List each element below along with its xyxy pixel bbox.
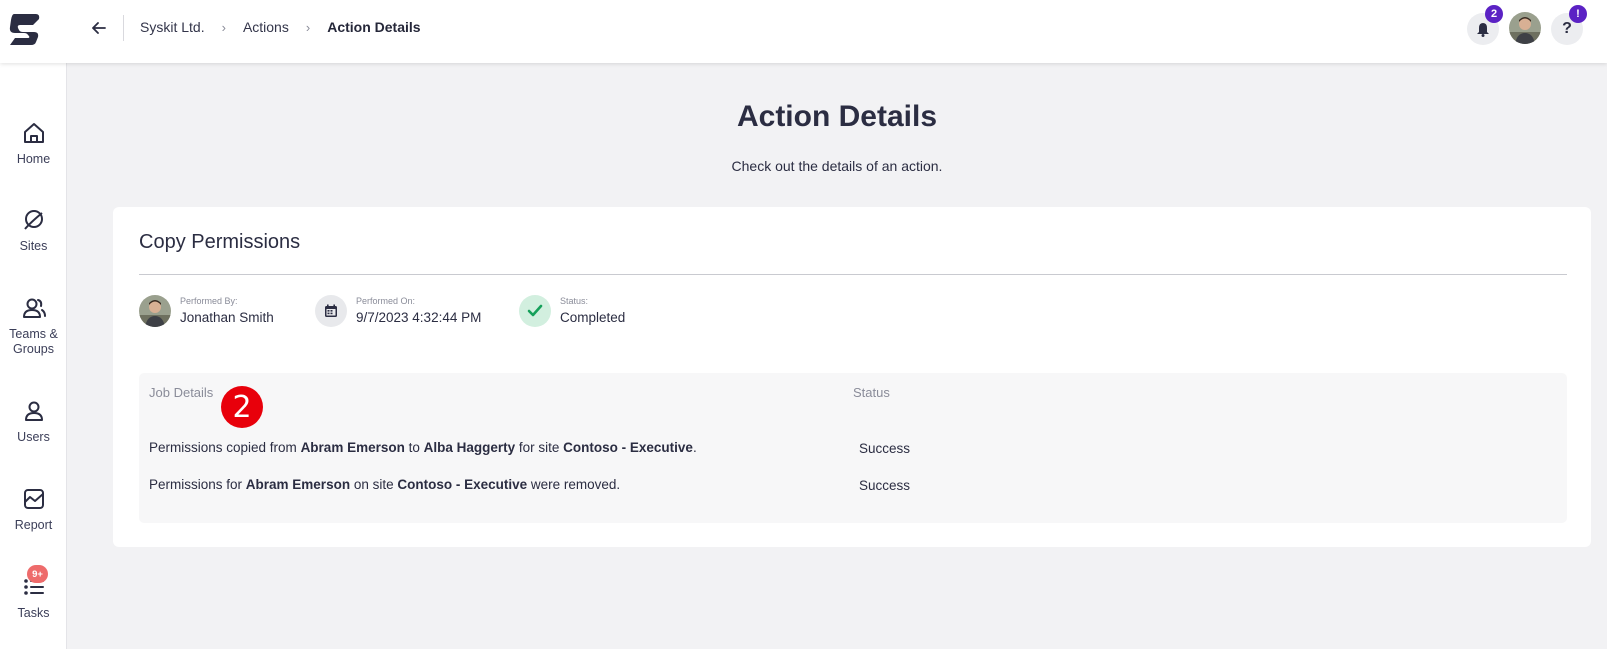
column-header-job-details: Job Details	[149, 385, 214, 400]
breadcrumb-chevron-icon: ›	[221, 19, 226, 35]
step-number-marker: 2	[221, 386, 263, 428]
breadcrumb: Syskit Ltd. › Actions › Action Details	[140, 19, 421, 35]
breadcrumb-actions[interactable]: Actions	[243, 19, 289, 35]
status-value: Completed	[560, 310, 626, 325]
report-icon	[23, 489, 44, 509]
breadcrumb-current: Action Details	[327, 19, 421, 35]
sidebar: Home Sites Teams & Groups Users Report 9…	[0, 63, 67, 649]
teams-icon	[22, 298, 46, 318]
notifications-button[interactable]: 2	[1467, 5, 1503, 45]
divider	[123, 15, 124, 41]
job-row-description: Permissions for Abram Emerson on site Co…	[149, 477, 621, 492]
sidebar-item-teams-groups[interactable]: Teams & Groups	[0, 295, 67, 357]
action-card: Copy Permissions Performed By: Jonathan …	[113, 207, 1591, 547]
sites-icon	[23, 210, 43, 230]
page-title: Action Details	[736, 100, 938, 133]
sidebar-item-users[interactable]: Users	[0, 398, 67, 445]
sidebar-item-label: Home	[16, 152, 51, 166]
bell-icon	[1477, 22, 1489, 37]
job-row-status: Success	[859, 478, 911, 493]
calendar-icon	[315, 295, 347, 327]
performed-by-value: Jonathan Smith	[180, 310, 274, 325]
question-icon: ?	[1562, 20, 1572, 37]
home-icon	[23, 123, 44, 143]
sidebar-item-tasks[interactable]: 9+ Tasks	[0, 565, 67, 621]
status-label: Status:	[560, 296, 589, 306]
back-arrow-icon[interactable]	[88, 17, 110, 39]
job-details-table: Job Details Status Permissions copied fr…	[139, 373, 1567, 523]
help-alert-badge: !	[1569, 5, 1587, 23]
sidebar-item-label: Tasks	[17, 606, 50, 620]
performer-avatar	[139, 295, 171, 327]
sidebar-item-sites[interactable]: Sites	[0, 207, 67, 254]
performed-by: Performed By: Jonathan Smith	[139, 295, 274, 327]
sidebar-item-report[interactable]: Report	[0, 486, 67, 533]
action-status: Status: Completed	[519, 295, 625, 327]
sidebar-item-label: Users	[17, 430, 50, 444]
performed-on-label: Performed On:	[356, 296, 416, 306]
action-title: Copy Permissions	[139, 231, 301, 253]
breadcrumb-syskit[interactable]: Syskit Ltd.	[140, 19, 205, 35]
help-button[interactable]: ? !	[1551, 5, 1587, 45]
job-row-status: Success	[859, 441, 911, 456]
avatar-image	[1509, 12, 1541, 44]
divider	[139, 274, 1567, 275]
notifications-count-badge: 2	[1485, 5, 1503, 23]
tasks-count-badge: 9+	[27, 565, 48, 583]
breadcrumb-chevron-icon: ›	[305, 19, 311, 35]
checkmark-icon	[519, 295, 551, 327]
avatar-image	[139, 295, 171, 327]
job-row-description: Permissions copied from Abram Emerson to…	[149, 440, 697, 455]
user-icon	[24, 401, 43, 421]
performed-by-label: Performed By:	[180, 296, 238, 306]
top-bar: Syskit Ltd. › Actions › Action Details 2…	[0, 0, 1607, 63]
sidebar-item-label: Sites	[19, 239, 48, 253]
performed-on-value: 9/7/2023 4:32:44 PM	[356, 310, 482, 325]
performed-on: Performed On: 9/7/2023 4:32:44 PM	[315, 295, 481, 327]
sidebar-item-label: Teams & Groups	[9, 327, 58, 356]
page-subtitle: Check out the details of an action.	[731, 158, 943, 174]
user-avatar[interactable]	[1509, 12, 1541, 44]
sidebar-item-label: Report	[14, 518, 53, 532]
sidebar-item-home[interactable]: Home	[0, 120, 67, 167]
column-header-status: Status	[853, 385, 890, 400]
syskit-logo-icon[interactable]	[6, 11, 42, 47]
